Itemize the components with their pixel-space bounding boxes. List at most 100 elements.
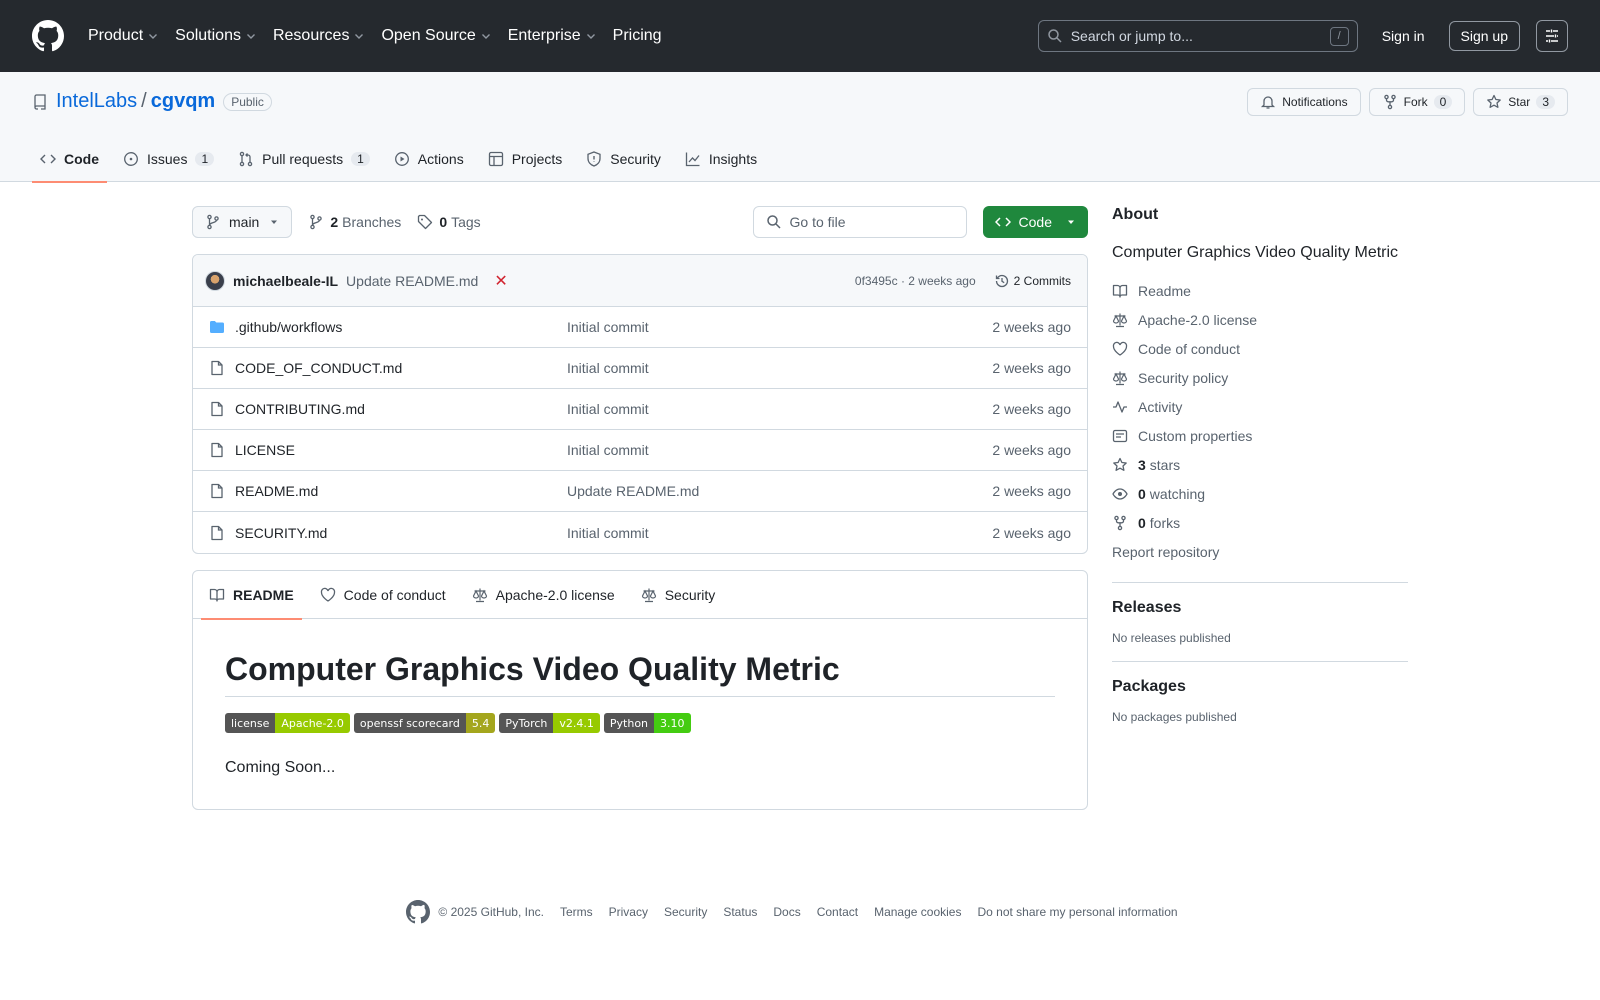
about-link[interactable]: Security policy: [1112, 363, 1408, 392]
repo-sidebar: About Computer Graphics Video Quality Me…: [1112, 206, 1408, 724]
branches-link[interactable]: 2 Branches: [308, 214, 401, 230]
footer-link[interactable]: Contact: [817, 905, 858, 919]
table-row: CONTRIBUTING.md Initial commit 2 weeks ago: [193, 389, 1087, 430]
shield-icon: [587, 151, 601, 167]
star-button[interactable]: Star 3: [1473, 88, 1568, 116]
nav-solutions-label: Solutions: [175, 27, 241, 44]
about-link[interactable]: Custom properties: [1112, 421, 1408, 450]
go-to-file-input[interactable]: Go to file: [752, 206, 967, 238]
footer-link[interactable]: Terms: [560, 905, 593, 919]
nav-resources[interactable]: Resources: [273, 27, 365, 45]
file-name-link[interactable]: CONTRIBUTING.md: [235, 401, 567, 417]
eye-icon: [1112, 487, 1128, 500]
about-link-label: stars: [1149, 456, 1181, 473]
badge[interactable]: PyTorch v2.4.1: [499, 713, 600, 733]
about-link[interactable]: Readme: [1112, 276, 1408, 305]
tab-projects[interactable]: Projects: [480, 136, 571, 182]
file-commit-message-link[interactable]: Update README.md: [567, 483, 992, 499]
commit-message-link[interactable]: Update README.md: [346, 273, 478, 289]
check-failed-icon[interactable]: ✕: [494, 271, 507, 291]
badge[interactable]: openssf scorecard 5.4: [353, 713, 496, 733]
fork-button[interactable]: Fork 0: [1368, 88, 1466, 116]
book-icon: [209, 588, 225, 602]
repo-owner-link[interactable]: IntelLabs: [56, 90, 137, 113]
page-footer: © 2025 GitHub, Inc. Terms Privacy Security…: [0, 900, 1600, 924]
sign-in-link[interactable]: Sign in: [1374, 22, 1433, 50]
footer-link[interactable]: Security: [664, 905, 707, 919]
code-dropdown-button[interactable]: Code: [982, 206, 1088, 238]
table-row: CODE_OF_CONDUCT.md Initial commit 2 weeks …: [193, 348, 1087, 389]
readme-tab-security[interactable]: Security: [633, 571, 724, 619]
nav-pricing[interactable]: Pricing: [613, 27, 662, 45]
badge[interactable]: license Apache-2.0: [225, 713, 350, 733]
avatar[interactable]: [205, 270, 225, 291]
readme-tab-license[interactable]: Apache-2.0 license: [464, 571, 623, 619]
file-commit-message-link[interactable]: Initial commit: [567, 442, 992, 458]
packages-heading[interactable]: Packages: [1112, 678, 1408, 696]
file-name-link[interactable]: CODE_OF_CONDUCT.md: [235, 360, 567, 376]
file-commit-message-link[interactable]: Initial commit: [567, 360, 992, 376]
file-name-link[interactable]: README.md: [235, 483, 567, 499]
about-link[interactable]: Report repository: [1112, 537, 1408, 566]
commit-hash-time[interactable]: 0f3495c · 2 weeks ago: [855, 274, 976, 288]
caret-down-icon: [271, 220, 278, 224]
branch-select-button[interactable]: main: [192, 206, 293, 238]
github-logo-icon[interactable]: [32, 20, 64, 52]
pulse-icon: [1113, 400, 1127, 413]
tab-actions[interactable]: Actions: [386, 136, 472, 182]
tab-code[interactable]: Code: [32, 136, 107, 183]
file-commit-message-link[interactable]: Initial commit: [567, 525, 992, 541]
badge[interactable]: Python 3.10: [603, 713, 691, 733]
chevron-down-icon: [481, 34, 490, 39]
about-link[interactable]: Apache-2.0 license: [1112, 305, 1408, 334]
commits-link[interactable]: 2 Commits: [994, 273, 1071, 289]
readme-tab-code-of-conduct[interactable]: Code of conduct: [312, 571, 454, 619]
readme-content: Computer Graphics Video Quality Metric l…: [193, 619, 1087, 809]
search-icon: [1047, 29, 1062, 43]
fork-icon: [1114, 515, 1126, 530]
footer-link[interactable]: Do not share my personal information: [977, 905, 1177, 919]
branch-icon: [310, 214, 323, 230]
footer-link[interactable]: Manage cookies: [874, 905, 961, 919]
nav-enterprise[interactable]: Enterprise: [508, 27, 597, 45]
tags-link[interactable]: 0 Tags: [417, 214, 481, 230]
repo-name-link[interactable]: cgvqm: [151, 90, 215, 113]
sign-up-button[interactable]: Sign up: [1448, 21, 1520, 51]
footer-copyright: © 2025 GitHub, Inc.: [438, 905, 544, 919]
star-icon: [1113, 457, 1127, 471]
commit-author-link[interactable]: michaelbeale-IL: [233, 273, 338, 289]
footer-link[interactable]: Docs: [773, 905, 800, 919]
nav-solutions[interactable]: Solutions: [175, 27, 257, 45]
nav-enterprise-label: Enterprise: [507, 27, 581, 44]
releases-heading[interactable]: Releases: [1112, 599, 1408, 617]
file-commit-message-link[interactable]: Initial commit: [567, 319, 992, 335]
law-icon: [641, 588, 656, 602]
search-input[interactable]: Search or jump to... /: [1037, 20, 1358, 52]
file-name-link[interactable]: LICENSE: [235, 442, 567, 458]
caret-down-icon: [1068, 220, 1074, 224]
about-link[interactable]: Activity: [1112, 392, 1408, 421]
github-mark-icon[interactable]: [406, 900, 431, 924]
about-link[interactable]: 0 watching: [1112, 479, 1408, 508]
readme-title: Computer Graphics Video Quality Metric: [225, 651, 1055, 697]
file-list: .github/workflows Initial commit 2 weeks a…: [193, 307, 1087, 553]
tab-pull-requests[interactable]: Pull requests 1: [230, 136, 378, 182]
tab-issues[interactable]: Issues 1: [115, 136, 222, 182]
nav-open-source[interactable]: Open Source: [381, 27, 491, 45]
file-commit-message-link[interactable]: Initial commit: [567, 401, 992, 417]
notifications-button[interactable]: Notifications: [1247, 88, 1361, 116]
file-name-link[interactable]: .github/workflows: [235, 319, 567, 335]
file-name-link[interactable]: SECURITY.md: [235, 525, 567, 541]
nav-product[interactable]: Product: [88, 27, 159, 45]
tab-insights[interactable]: Insights: [677, 136, 765, 182]
star-count: 3: [1536, 95, 1555, 109]
about-link[interactable]: 3 stars: [1112, 450, 1408, 479]
table-row: .github/workflows Initial commit 2 weeks a…: [193, 307, 1087, 348]
about-link[interactable]: 0 forks: [1112, 508, 1408, 537]
settings-menu-button[interactable]: [1536, 20, 1568, 52]
tab-security[interactable]: Security: [578, 136, 669, 182]
readme-tab-readme[interactable]: README: [201, 571, 302, 620]
footer-link[interactable]: Privacy: [609, 905, 648, 919]
about-link[interactable]: Code of conduct: [1112, 334, 1408, 363]
footer-link[interactable]: Status: [723, 905, 757, 919]
